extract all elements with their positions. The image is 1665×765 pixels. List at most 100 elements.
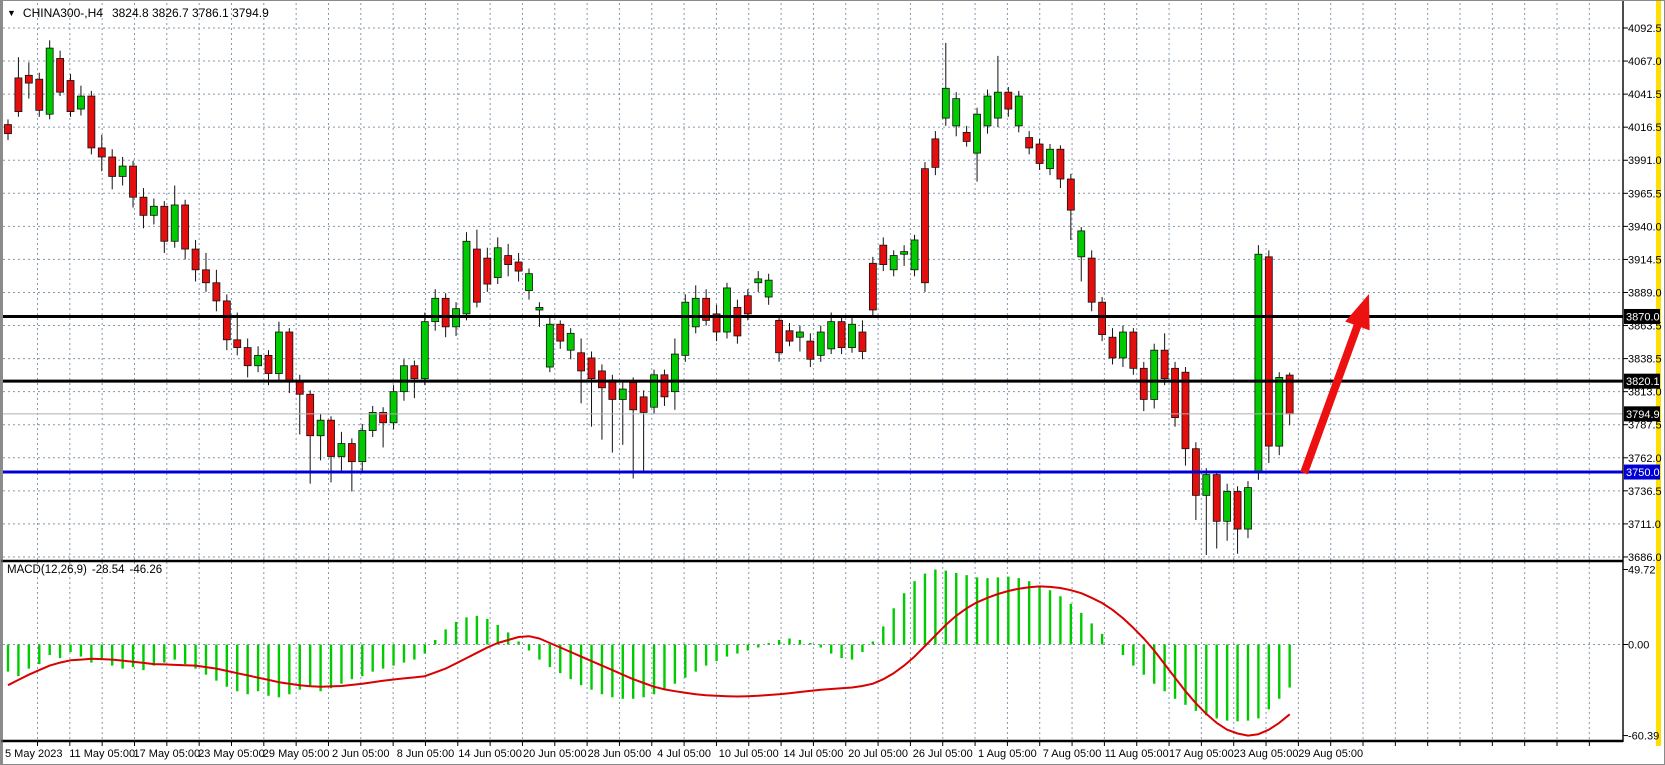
macd-signal-value: -46.26 — [130, 564, 163, 576]
candle-body — [348, 444, 355, 462]
symbol-title: ▼CHINA300-,H43824.8 3826.7 3786.1 3794.9 — [7, 6, 269, 20]
candle-body — [234, 340, 241, 348]
macd-signal-layer — [8, 586, 1290, 735]
candle-body — [1224, 491, 1231, 521]
candle-body — [1119, 332, 1126, 358]
time-axis-label: 14 Jul 05:00 — [783, 748, 843, 760]
candle-body — [557, 324, 564, 341]
time-axis-label: 8 Jun 05:00 — [397, 748, 455, 760]
candle-body — [796, 332, 803, 337]
candle-body — [755, 279, 762, 283]
candle-body — [942, 88, 949, 118]
candle-body — [953, 99, 960, 126]
price-axis-label: 3686.0 — [1628, 552, 1662, 564]
candle-body — [369, 412, 376, 430]
macd-axis-label: 0.00 — [1628, 640, 1649, 652]
candle-body — [317, 420, 324, 436]
candle-body — [1088, 258, 1095, 302]
candle-body — [1203, 475, 1210, 496]
macd-histogram-layer — [8, 570, 1290, 722]
candle-body — [974, 114, 981, 153]
time-axis-label: 29 Aug 05:00 — [1298, 748, 1363, 760]
price-axis-label: 3762.0 — [1628, 453, 1662, 465]
trend-arrow-annotation[interactable] — [1304, 294, 1370, 473]
price-axis-label: 3965.5 — [1628, 188, 1662, 200]
candle-body — [25, 75, 32, 83]
price-axis-label: 3736.5 — [1628, 486, 1662, 498]
time-axis-label: 10 Jul 05:00 — [719, 748, 779, 760]
right-edge-strip — [1656, 1, 1661, 746]
candle-body — [630, 383, 637, 410]
grid-layer — [3, 3, 1623, 740]
candle-body — [567, 333, 574, 350]
candle-body — [765, 280, 772, 297]
candle-body — [682, 302, 689, 355]
candle-body — [411, 366, 418, 379]
candle-body — [161, 206, 168, 241]
candle-body — [442, 298, 449, 327]
macd-main-value: -28.54 — [92, 564, 125, 576]
candle-body — [994, 92, 1001, 118]
macd-name: MACD(12,26,9) — [7, 564, 87, 576]
time-axis-label: 7 Aug 05:00 — [1043, 748, 1102, 760]
candle-body — [1015, 96, 1022, 126]
candle-body — [734, 307, 741, 336]
candle-body — [5, 125, 12, 134]
time-axis-label: 17 Aug 05:00 — [1169, 748, 1234, 760]
candle-body — [1140, 368, 1147, 399]
ohlc-values: 3824.8 3826.7 3786.1 3794.9 — [112, 6, 269, 20]
candle-body — [1036, 144, 1043, 163]
price-axis-label: 4041.5 — [1628, 89, 1662, 101]
candle-body — [1026, 138, 1033, 148]
candle-body — [182, 205, 189, 249]
time-axis-label: 11 Aug 05:00 — [1105, 748, 1169, 760]
candle-body — [1234, 491, 1241, 529]
candle-body — [578, 353, 585, 371]
candle-body — [1067, 179, 1074, 210]
price-axis-label: 3787.5 — [1628, 420, 1662, 432]
candle-body — [880, 245, 887, 264]
candle-body — [213, 283, 220, 301]
candle-body — [776, 320, 783, 352]
price-axis-label: 3711.0 — [1628, 519, 1661, 531]
time-axis-label: 23 Aug 05:00 — [1234, 748, 1299, 760]
time-axis: 5 May 202311 May 05:0017 May 05:0023 May… — [5, 742, 1589, 760]
candle-body — [1109, 337, 1116, 358]
price-axis-label: 3914.5 — [1628, 254, 1662, 266]
candle-body — [817, 332, 824, 355]
candle-body — [140, 197, 147, 215]
candle-body — [1182, 372, 1189, 448]
candle-body — [890, 256, 897, 270]
candle-body — [838, 322, 845, 348]
time-axis-label: 29 May 05:00 — [263, 748, 330, 760]
candle-body — [432, 298, 439, 321]
candle-body — [328, 420, 335, 456]
macd-axis-label: -60.39 — [1628, 731, 1659, 743]
candle-body — [526, 274, 533, 291]
candle-body — [859, 332, 866, 351]
candle-body — [744, 296, 751, 314]
candle-body — [265, 355, 272, 373]
candle-body — [192, 249, 199, 270]
candle-body — [619, 389, 626, 399]
time-axis-label: 2 Jun 05:00 — [332, 748, 390, 760]
candle-body — [588, 358, 595, 379]
candle-body — [296, 381, 303, 394]
price-axis-label: 3889.0 — [1628, 287, 1662, 299]
symbol-dropdown-icon[interactable]: ▼ — [7, 8, 16, 18]
candle-body — [202, 270, 209, 283]
candle-body — [963, 132, 970, 141]
candle-body — [723, 288, 730, 332]
candle-body — [984, 96, 991, 126]
macd-signal-line — [8, 586, 1290, 735]
candle-body — [869, 263, 876, 310]
candles-layer — [5, 40, 1294, 555]
candle-body — [1130, 332, 1137, 368]
candle-body — [150, 206, 157, 215]
candle-body — [546, 324, 553, 367]
price-tag-value: 3870.0 — [1626, 311, 1660, 323]
candle-body — [307, 394, 314, 435]
time-axis-label: 11 May 05:00 — [69, 748, 135, 760]
chart-canvas: 4092.54067.04041.54016.53991.03965.53940… — [1, 1, 1665, 765]
candle-body — [473, 249, 480, 302]
